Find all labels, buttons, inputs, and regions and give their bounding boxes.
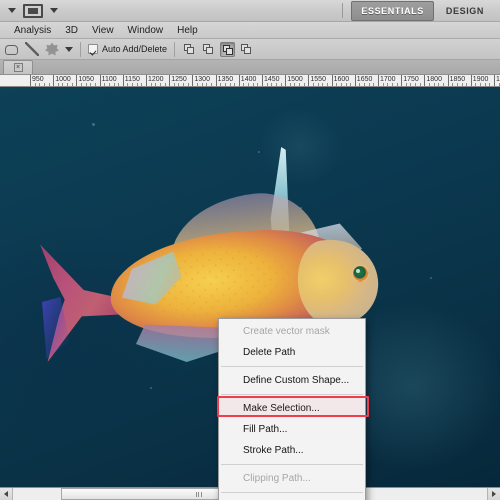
- path-context-menu[interactable]: Create vector mask Delete Path Define Cust…: [217, 318, 369, 500]
- ruler-tick: [401, 75, 403, 86]
- ruler-label: 1200: [148, 76, 164, 83]
- highlight-annotation-box: [217, 396, 369, 417]
- exclude-overlapping-path-areas-button[interactable]: [239, 42, 254, 57]
- ruler-tick: [262, 75, 263, 86]
- ruler-tick: [192, 75, 194, 86]
- options-divider-1: [80, 41, 81, 57]
- auto-add-delete-label: Auto Add/Delete: [102, 44, 168, 54]
- context-menu-item[interactable]: Delete Path: [219, 342, 365, 363]
- context-menu-separator: [221, 394, 363, 395]
- context-menu-item[interactable]: Free Transform Path: [219, 496, 365, 500]
- context-menu-item[interactable]: Define Custom Shape...: [219, 370, 365, 391]
- ruler-tick: [354, 75, 356, 86]
- ruler-label: 1100: [101, 76, 117, 83]
- context-menu-item[interactable]: Fill Path...: [219, 419, 365, 440]
- ruler-label: 1800: [426, 76, 442, 83]
- screen-mode-icon[interactable]: [23, 3, 43, 18]
- intersect-path-areas-button[interactable]: [220, 41, 236, 57]
- document-tab-strip: ×: [0, 60, 500, 75]
- water-speck: [92, 123, 95, 126]
- ruler-tick: [122, 75, 124, 86]
- appbar-left-group: [0, 3, 58, 18]
- menu-3d[interactable]: 3D: [58, 23, 85, 38]
- ruler-label: 1050: [78, 76, 94, 83]
- menu-bar: Analysis 3D View Window Help: [0, 22, 500, 39]
- ruler-tick: [494, 75, 495, 86]
- ruler-label: 1400: [240, 76, 257, 83]
- ruler-label: 1600: [333, 76, 350, 83]
- ruler-tick: [470, 75, 472, 86]
- ruler-tick: [447, 75, 449, 86]
- application-bar: ESSENTIALS DESIGN: [0, 0, 500, 22]
- ruler-tick: [331, 75, 333, 86]
- ruler-tick: [238, 75, 240, 86]
- workspace-button-essentials[interactable]: ESSENTIALS: [351, 0, 434, 21]
- ruler-tick: [378, 75, 379, 86]
- ruler-label: 1750: [403, 76, 419, 83]
- menu-analysis[interactable]: Analysis: [7, 23, 58, 38]
- ruler-tick: [99, 75, 101, 86]
- ruler-tick: [169, 75, 171, 86]
- menu-view[interactable]: View: [85, 23, 121, 38]
- launch-bridge-chevron-icon[interactable]: [8, 8, 16, 13]
- ruler-label: 1350: [217, 76, 234, 83]
- fish-eye: [352, 265, 369, 282]
- ruler-tick: [424, 75, 426, 86]
- ruler-label: 1000: [55, 76, 71, 83]
- ruler-tick: [146, 75, 147, 86]
- context-menu-item[interactable]: Make Selection...: [217, 396, 369, 419]
- subtract-from-path-area-button[interactable]: [201, 42, 216, 57]
- ruler-tick: [215, 75, 217, 86]
- menu-help[interactable]: Help: [170, 23, 205, 38]
- scroll-right-arrow-icon[interactable]: [487, 488, 500, 500]
- ruler-tick: [30, 75, 31, 86]
- ruler-label: 1450: [264, 76, 280, 83]
- context-menu-item: Clipping Path...: [243, 473, 311, 484]
- line-tool-icon[interactable]: [25, 41, 41, 57]
- context-menu-item: Create vector mask: [243, 326, 330, 337]
- ruler-tick: [308, 75, 310, 86]
- ruler-label: 1250: [171, 76, 187, 83]
- context-menu-item[interactable]: Stroke Path...: [219, 440, 365, 461]
- horizontal-ruler[interactable]: 950 1000 1050 1100 1150 1200 1250 1300 1350 1400 1…: [0, 75, 500, 87]
- context-menu-separator: [221, 366, 363, 367]
- workspace-button-design[interactable]: DESIGN: [436, 1, 494, 21]
- ruler-tick: [285, 75, 287, 86]
- ruler-label: 1850: [449, 76, 466, 83]
- shape-tool-icon[interactable]: [5, 42, 21, 57]
- auto-add-delete-checkbox[interactable]: Auto Add/Delete: [88, 44, 167, 54]
- options-divider-2: [174, 41, 176, 57]
- scroll-left-arrow-icon[interactable]: [0, 488, 13, 500]
- ruler-label: 1150: [124, 76, 140, 83]
- menu-window[interactable]: Window: [121, 23, 171, 38]
- context-menu-separator: [221, 464, 363, 465]
- ruler-label: 1650: [356, 76, 373, 83]
- screen-mode-chevron-icon[interactable]: [50, 8, 58, 13]
- document-tab[interactable]: ×: [3, 60, 33, 74]
- shape-options-chevron-icon[interactable]: [65, 46, 73, 52]
- ruler-tick: [76, 75, 78, 86]
- ruler-label: 1500: [287, 76, 303, 83]
- tool-options-bar: Auto Add/Delete: [0, 39, 500, 60]
- water-speck: [430, 277, 432, 279]
- context-menu-separator: [221, 492, 363, 493]
- ruler-label: 950: [32, 76, 44, 83]
- add-to-path-area-button[interactable]: [182, 42, 197, 57]
- auto-add-delete-checkbox-box[interactable]: [88, 44, 98, 54]
- appbar-divider: [342, 3, 344, 18]
- ruler-label: 1950: [496, 76, 500, 83]
- ruler-label: 1550: [310, 76, 326, 83]
- workspace-switcher: ESSENTIALS DESIGN: [336, 0, 500, 21]
- ruler-label: 1900: [472, 76, 489, 83]
- ruler-tick: [53, 75, 55, 86]
- ruler-label: 1300: [194, 76, 210, 83]
- photoshop-window: ESSENTIALS DESIGN Analysis 3D View Windo…: [0, 0, 500, 500]
- custom-shape-tool-icon[interactable]: [45, 42, 61, 57]
- ruler-label: 1700: [380, 76, 396, 83]
- close-icon[interactable]: ×: [13, 63, 23, 72]
